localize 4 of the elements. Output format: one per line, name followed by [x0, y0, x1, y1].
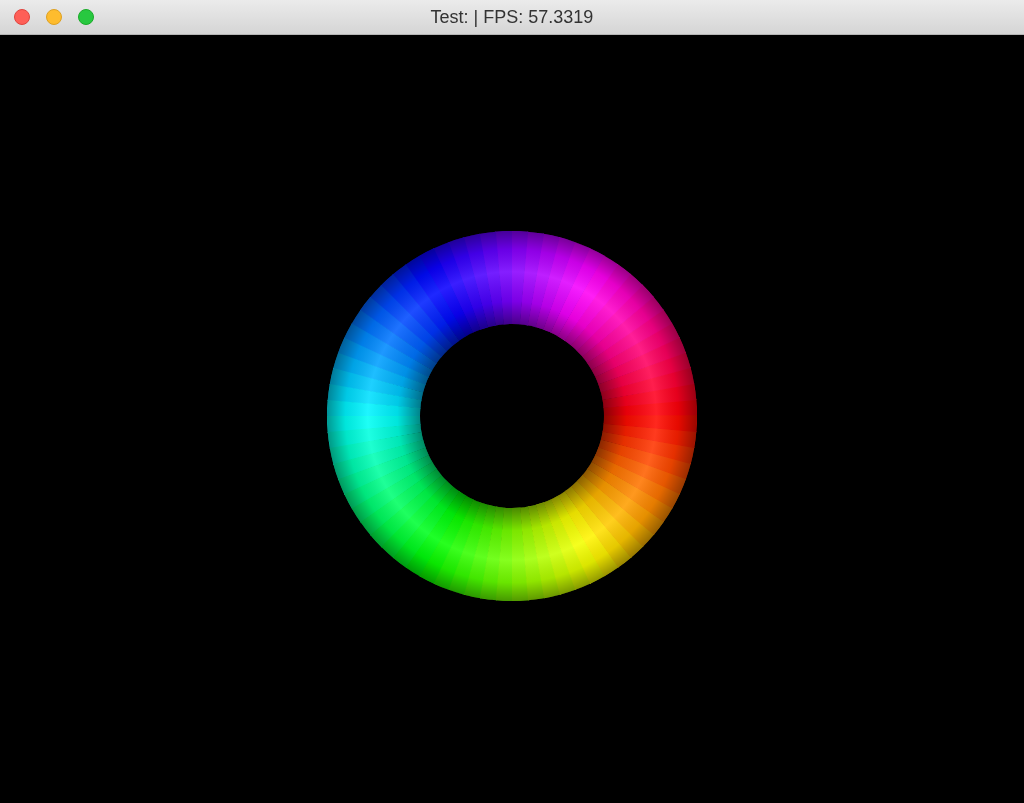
close-button[interactable]	[14, 9, 30, 25]
window-title: Test: | FPS: 57.3319	[430, 5, 594, 29]
zoom-button[interactable]	[78, 9, 94, 25]
minimize-button[interactable]	[46, 9, 62, 25]
